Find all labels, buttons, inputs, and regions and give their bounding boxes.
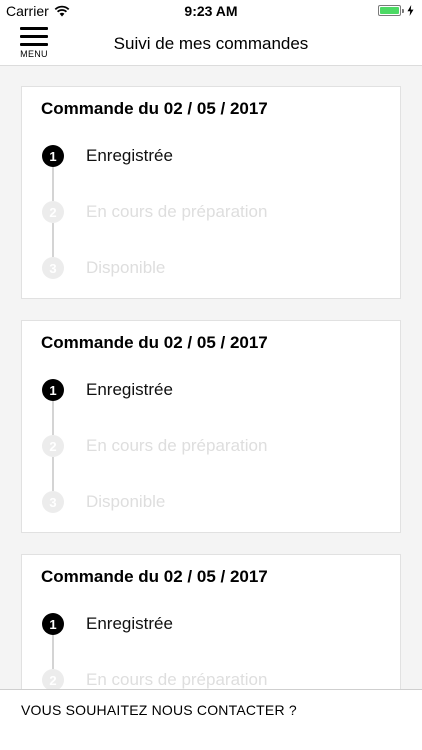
step-label: En cours de préparation [86,670,268,689]
order-card[interactable]: Commande du 02 / 05 / 2017 1 Enregistrée… [21,320,401,533]
step-label: En cours de préparation [86,436,268,455]
step-label: Enregistrée [86,614,173,633]
step-connector [52,457,54,491]
order-card[interactable]: Commande du 02 / 05 / 2017 1 Enregistrée… [21,86,401,299]
step-label: En cours de préparation [86,202,268,221]
step-connector [52,223,54,257]
app-header: MENU Suivi de mes commandes [0,22,422,66]
step-number: 1 [42,145,64,167]
step-label: Enregistrée [86,380,173,399]
step-number: 1 [42,613,64,635]
step-number: 3 [42,491,64,513]
step-label: Disponible [86,258,166,277]
step-preparing: 2 En cours de préparation [42,201,342,223]
step-connector [52,401,54,435]
status-time: 9:23 AM [184,3,238,19]
order-title: Commande du 02 / 05 / 2017 [41,333,268,352]
step-registered: 1 Enregistrée [42,379,342,401]
step-connector [52,167,54,201]
step-registered: 1 Enregistrée [42,613,342,635]
step-preparing: 2 En cours de préparation [42,435,342,457]
step-connector [52,635,54,669]
step-number: 2 [42,669,64,691]
step-label: Disponible [86,492,166,511]
charging-icon [407,5,414,16]
step-number: 2 [42,435,64,457]
contact-us-link[interactable]: VOUS SOUHAITEZ NOUS CONTACTER ? [21,702,297,718]
battery-level [380,7,399,14]
step-preparing: 2 En cours de préparation [42,669,342,691]
order-title: Commande du 02 / 05 / 2017 [41,567,268,586]
step-label: Enregistrée [86,146,173,165]
step-registered: 1 Enregistrée [42,145,342,167]
order-title: Commande du 02 / 05 / 2017 [41,99,268,118]
step-number: 2 [42,201,64,223]
step-number: 3 [42,257,64,279]
footer-bar: VOUS SOUHAITEZ NOUS CONTACTER ? [0,689,422,750]
battery-indicator [378,5,414,16]
page-title: Suivi de mes commandes [113,34,309,53]
battery-icon [378,5,401,16]
step-available: 3 Disponible [42,491,342,513]
step-number: 1 [42,379,64,401]
status-bar: Carrier 9:23 AM [0,0,422,22]
step-available: 3 Disponible [42,257,342,279]
